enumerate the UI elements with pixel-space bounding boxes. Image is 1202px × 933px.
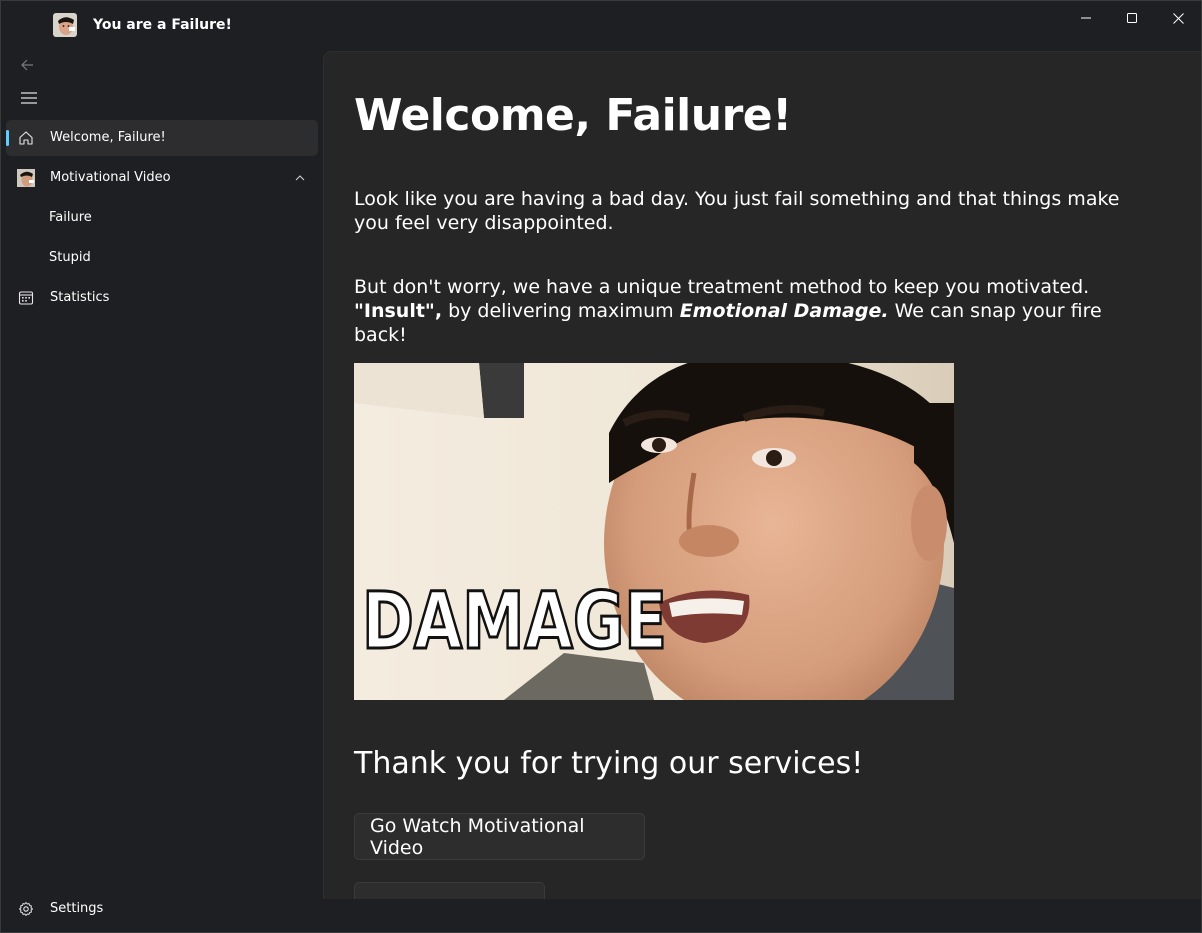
thank-you-heading: Thank you for trying our services! [354,746,864,781]
nav-item-label: Statistics [50,290,110,305]
minimize-icon [1081,17,1091,19]
content-frame[interactable]: Welcome, Failure! Look like you are havi… [323,51,1201,899]
close-icon [1172,12,1184,24]
emotional-damage-text: Emotional Damage. [679,300,889,322]
nav-item-label: Failure [49,210,92,225]
back-button[interactable] [9,49,45,81]
nav-item-stupid[interactable]: Stupid [6,240,318,276]
treatment-text-mid: by delivering maximum [442,300,680,322]
insult-bold-text: "Insult", [354,300,443,322]
gear-icon [17,900,35,918]
emotional-damage-image: DAMAGE [354,363,954,700]
intro-paragraph: Look like you are having a bad day. You … [354,188,1120,234]
menu-toggle-button[interactable] [9,81,49,115]
hamburger-icon [21,92,37,104]
selection-indicator [6,130,9,146]
navigation-pane: Welcome, Failure! Motivational Video Fai… [1,49,323,932]
chevron-up-icon[interactable] [294,172,306,184]
nav-item-label: Stupid [49,250,91,265]
back-arrow-icon [21,59,33,71]
damage-caption-text: DAMAGE [362,577,667,667]
app-window: You are a Failure! Welcome, Failure! Mot… [0,0,1202,933]
close-button[interactable] [1155,1,1201,35]
treatment-paragraph: But don't worry, we have a unique treatm… [354,275,1154,347]
nav-item-statistics[interactable]: Statistics [6,280,318,316]
nav-item-failure[interactable]: Failure [6,200,318,236]
title-bar: You are a Failure! [1,1,1201,49]
nav-item-settings[interactable]: Settings [6,891,318,927]
nav-item-welcome[interactable]: Welcome, Failure! [6,120,318,156]
nav-item-motivational-video[interactable]: Motivational Video [6,160,318,196]
secondary-button[interactable] [354,882,545,899]
nav-item-label: Welcome, Failure! [50,130,166,145]
calendar-icon [17,289,35,307]
maximize-icon [1127,13,1137,23]
treatment-text-start: But don't worry, we have a unique treatm… [354,276,1090,298]
avatar-icon [17,169,35,187]
window-title: You are a Failure! [93,17,232,33]
minimize-button[interactable] [1063,1,1109,35]
page-title: Welcome, Failure! [354,90,792,141]
maximize-button[interactable] [1109,1,1155,35]
nav-item-label: Settings [50,901,104,916]
home-icon [17,129,35,147]
watch-video-button[interactable]: Go Watch Motivational Video [354,813,645,860]
app-avatar-icon [53,13,77,37]
nav-item-label: Motivational Video [50,170,171,185]
